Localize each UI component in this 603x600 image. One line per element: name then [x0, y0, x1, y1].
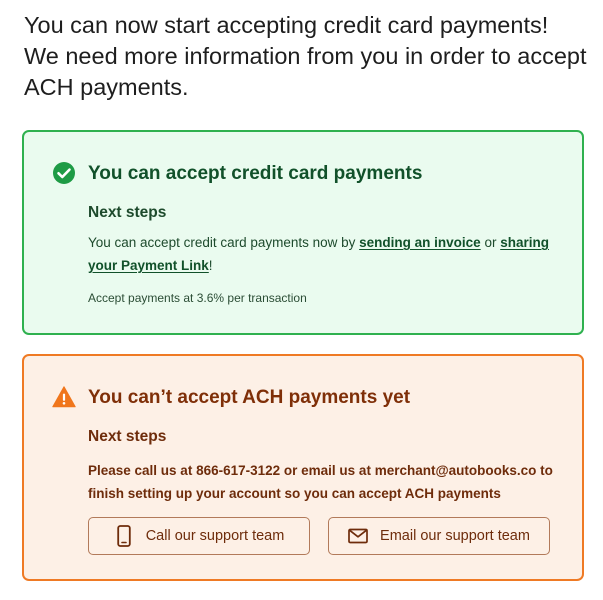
warning-triangle-icon	[52, 385, 76, 409]
ach-next-steps-heading: Next steps	[88, 428, 167, 445]
credit-card-status-card: You can accept credit card payments Next…	[22, 130, 584, 335]
credit-card-body-middle: or	[480, 235, 501, 250]
support-phone-number: 866-617-3122	[196, 463, 281, 478]
credit-card-title: You can accept credit card payments	[88, 163, 423, 184]
intro-message: You can now start accepting credit card …	[24, 10, 594, 103]
ach-next-steps-text: Please call us at 866-617-3122 or email …	[88, 459, 568, 505]
email-support-button[interactable]: Email our support team	[328, 517, 550, 555]
credit-card-body-prefix: You can accept credit card payments now …	[88, 235, 360, 250]
ach-status-card: You can’t accept ACH payments yet Next s…	[22, 354, 584, 581]
intro-line-2: We need more information from you in ord…	[24, 43, 587, 100]
intro-line-1: You can now start accepting credit card …	[24, 12, 549, 38]
check-circle-icon	[52, 161, 76, 185]
ach-title: You can’t accept ACH payments yet	[88, 387, 411, 408]
transaction-fee-text: Accept payments at 3.6% per transaction	[88, 291, 307, 305]
send-invoice-link[interactable]: sending an invoice	[359, 235, 481, 250]
credit-card-next-steps-text: You can accept credit card payments now …	[88, 231, 568, 277]
call-support-button-label: Call our support team	[145, 528, 285, 544]
support-email-address: merchant@autobooks.co	[374, 463, 537, 478]
email-support-button-label: Email our support team	[380, 528, 530, 544]
ach-body-prefix: Please call us at	[88, 463, 197, 478]
ach-body-middle: or email us at	[280, 463, 375, 478]
call-support-button[interactable]: Call our support team	[88, 517, 310, 555]
envelope-icon	[348, 525, 368, 547]
phone-icon	[114, 525, 134, 547]
credit-card-body-suffix: !	[208, 258, 213, 273]
credit-card-next-steps-heading: Next steps	[88, 204, 167, 221]
